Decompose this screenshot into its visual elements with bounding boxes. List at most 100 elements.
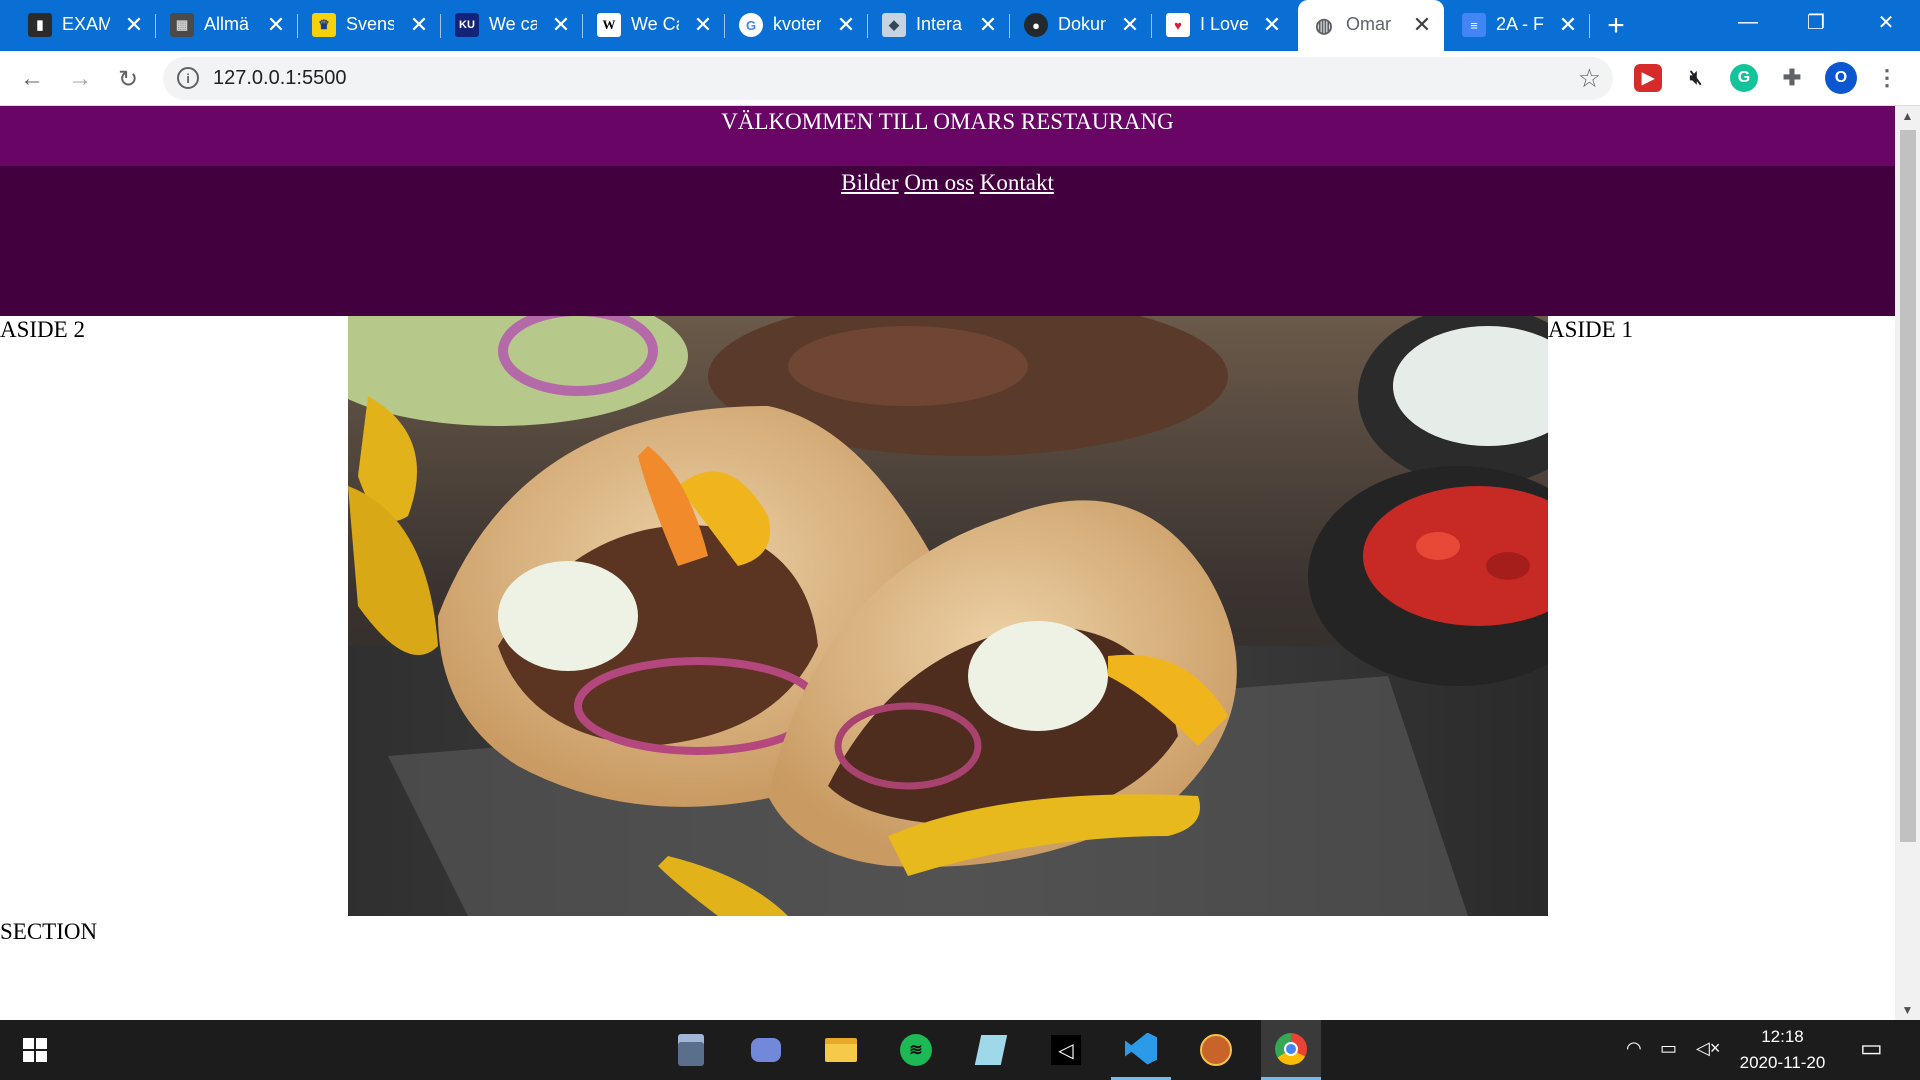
chrome-icon xyxy=(1275,1032,1307,1065)
taskbar-notepad[interactable] xyxy=(961,1020,1021,1080)
hero-image xyxy=(348,316,1548,916)
close-tab-icon[interactable]: ✕ xyxy=(1556,12,1580,37)
nav-link-kontakt[interactable]: Kontakt xyxy=(980,170,1054,195)
taskbar-unity[interactable]: ◁ xyxy=(1036,1020,1096,1080)
file-explorer-icon xyxy=(825,1038,857,1062)
tab-svensk[interactable]: ♛ Svensk ✕ xyxy=(298,0,441,51)
tab-allman[interactable]: ▦ Allmä ✕ xyxy=(156,0,298,51)
close-tab-icon[interactable]: ✕ xyxy=(1410,12,1434,37)
ku-icon: KU xyxy=(455,13,479,37)
scrollbar-thumb[interactable] xyxy=(1900,130,1916,842)
reload-button[interactable]: ↻ xyxy=(111,62,145,96)
taskbar-file-explorer[interactable] xyxy=(811,1020,871,1080)
close-window-button[interactable]: ✕ xyxy=(1852,0,1920,44)
clock-time: 12:18 xyxy=(1761,1027,1804,1046)
minimize-button[interactable]: — xyxy=(1714,0,1782,44)
notepad-icon xyxy=(974,1035,1008,1065)
page-scrollbar[interactable]: ▲ ▼ xyxy=(1895,106,1920,1020)
taskbar-discord[interactable] xyxy=(736,1020,796,1080)
chrome-icon-center xyxy=(1284,1041,1298,1056)
reload-icon: ↻ xyxy=(117,65,139,93)
calculator-icon xyxy=(678,1034,704,1066)
tab-omar[interactable]: ◍ Omar ✕ xyxy=(1298,0,1444,51)
arrow-left-icon: ← xyxy=(20,65,44,92)
notifications-icon[interactable]: ▭ xyxy=(1860,1034,1883,1063)
exam-icon: ▮ xyxy=(28,13,52,37)
section-label: SECTION xyxy=(0,919,98,944)
tab-wikipedia[interactable]: W We Ca ✕ xyxy=(583,0,725,51)
docs-icon: ≡ xyxy=(1462,13,1486,37)
header-title: VÄLKOMMEN TILL OMARS RESTAURANG xyxy=(721,109,1174,134)
close-tab-icon[interactable]: ✕ xyxy=(691,12,715,37)
tab-title: 2A - F xyxy=(1496,14,1544,34)
shoes-game-icon xyxy=(1200,1034,1232,1066)
tab-title: kvoter xyxy=(773,14,821,34)
profile-avatar[interactable]: O xyxy=(1825,62,1857,94)
gyros-pita-photo xyxy=(348,316,1548,916)
close-tab-icon[interactable]: ✕ xyxy=(549,12,573,37)
windows-logo-icon xyxy=(23,1038,47,1062)
start-button[interactable] xyxy=(5,1020,65,1080)
close-tab-icon[interactable]: ✕ xyxy=(1260,12,1284,37)
discord-icon xyxy=(751,1038,781,1062)
info-icon[interactable]: i xyxy=(177,67,199,89)
battery-icon[interactable]: ▭ xyxy=(1660,1038,1677,1059)
grammarly-icon[interactable]: G xyxy=(1730,64,1758,92)
close-tab-icon[interactable]: ✕ xyxy=(1118,12,1142,37)
mute-tab-icon[interactable]: 🔇︎ xyxy=(1682,64,1710,92)
taskbar-chrome[interactable] xyxy=(1261,1020,1321,1080)
tab-kvoter[interactable]: G kvoter ✕ xyxy=(725,0,868,51)
tab-intera[interactable]: ◆ Intera ✕ xyxy=(868,0,1010,51)
aside-right: ASIDE 1 xyxy=(1548,317,1633,342)
page-nav: Bilder Om oss Kontakt xyxy=(0,166,1895,316)
forward-button[interactable]: → xyxy=(63,62,97,96)
system-clock[interactable]: 12:18 2020-11-20 xyxy=(1720,1024,1845,1076)
aside-left: ASIDE 2 xyxy=(0,317,85,342)
tab-we-ca[interactable]: KU We ca ✕ xyxy=(441,0,583,51)
bookmark-star-icon[interactable]: ☆ xyxy=(1578,63,1601,94)
page-header: VÄLKOMMEN TILL OMARS RESTAURANG xyxy=(0,106,1895,166)
nav-link-om-oss[interactable]: Om oss xyxy=(904,170,974,195)
unity-icon: ◁ xyxy=(1051,1035,1081,1065)
tab-title: I Love xyxy=(1200,14,1248,34)
volume-muted-icon[interactable]: ◁× xyxy=(1696,1038,1720,1059)
scroll-up-arrow-icon[interactable]: ▲ xyxy=(1895,106,1920,126)
close-tab-icon[interactable]: ✕ xyxy=(407,12,431,37)
close-tab-icon[interactable]: ✕ xyxy=(122,12,146,37)
tab-2a[interactable]: ≡ 2A - F ✕ xyxy=(1448,0,1590,51)
vscode-icon xyxy=(1125,1032,1157,1065)
tab-title: Intera xyxy=(916,14,963,34)
url-text[interactable]: 127.0.0.1:5500 xyxy=(213,67,346,90)
tab-title: EXAM xyxy=(62,14,110,34)
close-tab-icon[interactable]: ✕ xyxy=(834,12,858,37)
new-tab-button[interactable]: + xyxy=(1600,9,1632,42)
extensions-puzzle-icon[interactable]: ✚ xyxy=(1778,64,1806,92)
spotify-icon: ≋ xyxy=(900,1034,932,1066)
media-extension-icon[interactable]: ▶ xyxy=(1634,64,1662,92)
close-tab-icon[interactable]: ✕ xyxy=(976,12,1000,37)
network-icon[interactable]: ◠ xyxy=(1626,1038,1642,1059)
back-button[interactable]: ← xyxy=(15,62,49,96)
clock-date: 2020-11-20 xyxy=(1739,1053,1826,1072)
cube-icon: ◆ xyxy=(882,13,906,37)
wikipedia-icon: W xyxy=(597,13,621,37)
more-menu-icon[interactable]: ⋮ xyxy=(1873,64,1901,92)
taskbar-calculator[interactable] xyxy=(661,1020,721,1080)
allman-icon: ▦ xyxy=(170,13,194,37)
scroll-down-arrow-icon[interactable]: ▼ xyxy=(1895,1000,1920,1020)
google-icon: G xyxy=(739,13,763,37)
taskbar-vscode[interactable] xyxy=(1111,1020,1171,1080)
taskbar-shoes-game[interactable] xyxy=(1186,1020,1246,1080)
tab-dokum[interactable]: ● Dokum ✕ xyxy=(1010,0,1152,51)
tab-title: We ca xyxy=(489,14,537,34)
address-bar[interactable]: i 127.0.0.1:5500 ☆ xyxy=(163,57,1613,100)
tab-exam[interactable]: ▮ EXAM ✕ xyxy=(14,0,156,51)
restore-button[interactable]: ❐ xyxy=(1782,0,1850,44)
taskbar-spotify[interactable]: ≋ xyxy=(886,1020,946,1080)
close-tab-icon[interactable]: ✕ xyxy=(264,12,288,37)
github-icon: ● xyxy=(1024,13,1048,37)
nav-link-bilder[interactable]: Bilder xyxy=(841,170,899,195)
tab-i-love[interactable]: ♥ I Love ✕ xyxy=(1152,0,1294,51)
browser-tab-strip: ▮ EXAM ✕ ▦ Allmä ✕ ♛ Svensk ✕ KU We ca ✕… xyxy=(0,0,1920,51)
page-viewport: VÄLKOMMEN TILL OMARS RESTAURANG Bilder O… xyxy=(0,106,1895,1020)
